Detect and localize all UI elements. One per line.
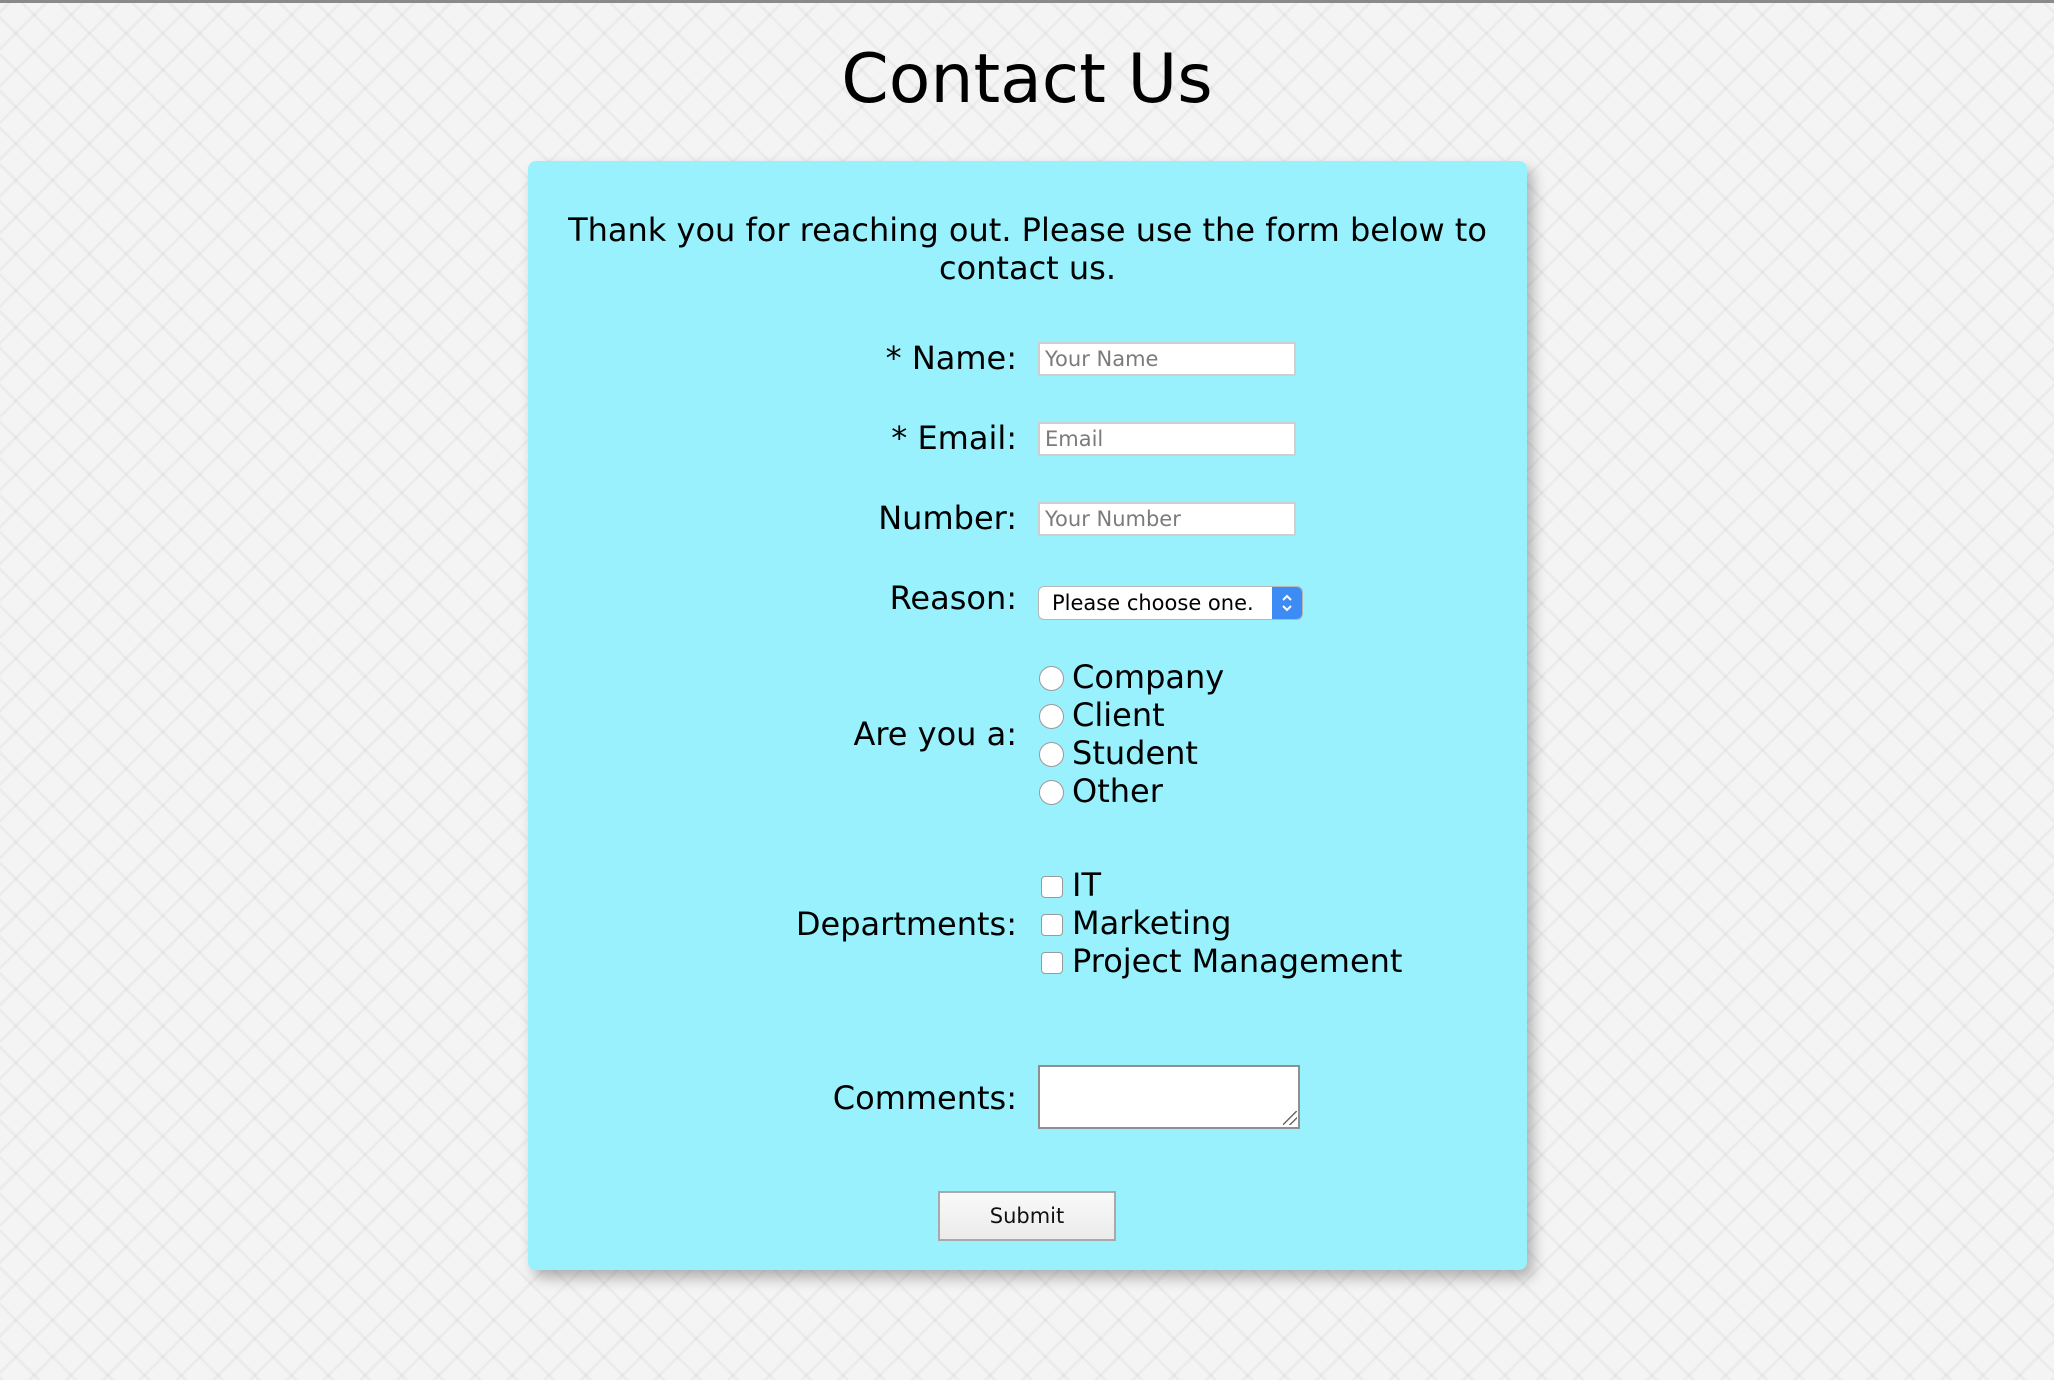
radio-button[interactable] — [1039, 666, 1064, 691]
role-option-label: Other — [1072, 772, 1163, 810]
email-label: * Email: — [891, 419, 1017, 457]
name-label: * Name: — [885, 339, 1017, 377]
department-option-label: Project Management — [1072, 942, 1403, 980]
checkbox[interactable] — [1041, 876, 1063, 898]
comments-textarea[interactable] — [1038, 1065, 1300, 1129]
department-option-label: IT — [1072, 866, 1101, 904]
select-stepper-icon — [1272, 587, 1302, 619]
intro-text: Thank you for reaching out. Please use t… — [568, 211, 1487, 287]
departments-label: Departments: — [795, 905, 1017, 943]
submit-button[interactable]: Submit — [938, 1191, 1116, 1241]
radio-button[interactable] — [1039, 780, 1064, 805]
number-input[interactable] — [1038, 502, 1296, 536]
comments-label: Comments: — [832, 1079, 1017, 1117]
contact-form-card: Thank you for reaching out. Please use t… — [528, 161, 1527, 1270]
role-label: Are you a: — [853, 715, 1017, 753]
radio-button[interactable] — [1039, 704, 1064, 729]
number-label: Number: — [878, 499, 1017, 537]
name-input[interactable] — [1038, 342, 1296, 376]
top-border — [0, 0, 2054, 3]
role-option-label: Client — [1072, 696, 1165, 734]
reason-selected-value: Please choose one. — [1052, 591, 1254, 615]
checkbox[interactable] — [1041, 952, 1063, 974]
radio-button[interactable] — [1039, 742, 1064, 767]
role-option-label: Student — [1072, 734, 1198, 772]
role-option-label: Company — [1072, 658, 1225, 696]
email-input[interactable] — [1038, 422, 1296, 456]
reason-select[interactable]: Please choose one. — [1038, 586, 1303, 620]
department-option-label: Marketing — [1072, 904, 1232, 942]
page-title: Contact Us — [841, 40, 1213, 119]
checkbox[interactable] — [1041, 914, 1063, 936]
reason-label: Reason: — [889, 579, 1017, 617]
